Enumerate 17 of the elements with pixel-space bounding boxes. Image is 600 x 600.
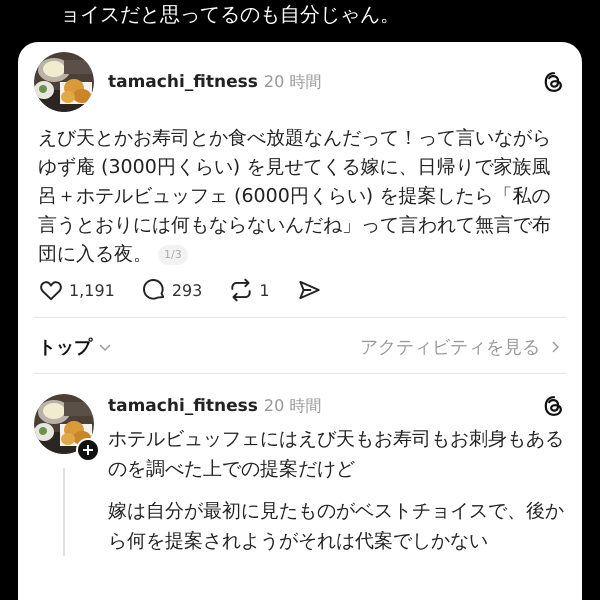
- reply-button[interactable]: 293: [140, 277, 202, 303]
- timestamp: 20 時間: [264, 72, 322, 92]
- count: 1,191: [69, 280, 115, 300]
- count: 1: [259, 280, 270, 300]
- timestamp: 20 時間: [264, 396, 322, 416]
- sort-dropdown[interactable]: トップ: [38, 335, 112, 359]
- reply-text: 嫁は自分が最初に見たものがベストチョイスで、後から何を提案されようがそれは代案でしかない: [108, 499, 565, 554]
- like-button[interactable]: 1,191: [38, 277, 115, 303]
- count: 293: [172, 280, 202, 300]
- page-indicator: 1/3: [158, 244, 188, 265]
- reply-text: ホテルビュッフェにはえび天もお寿司もお刺身もあるのを調べた上での提案だけど: [108, 427, 565, 482]
- username[interactable]: tamachi_fitness: [108, 396, 258, 416]
- follow-plus-icon: [76, 438, 100, 462]
- repost-button[interactable]: 1: [228, 277, 270, 303]
- username[interactable]: tamachi_fitness: [108, 72, 258, 92]
- post-text: えび天とかお寿司とか食べ放題なんだって！って言いながらゆず庵 (3000円くらい) を見せてくる嫁に、日帰りで家族風呂＋ホテルビュッフェ (6000円くらい) を提案したら「私の言うとおりには何もならないんだね」って言われて無言で布団に入る夜。 1/3: [38, 126, 552, 267]
- caption-text: ョイスだと思ってるのも自分じゃん。: [59, 1, 401, 26]
